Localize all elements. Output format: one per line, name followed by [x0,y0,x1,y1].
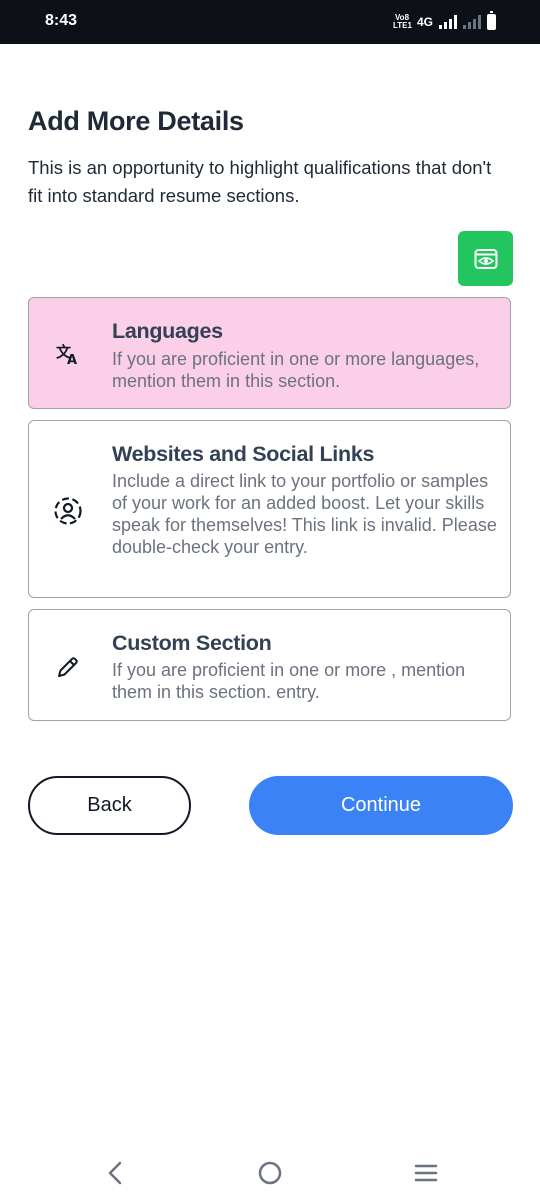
section-description: If you are proficient in one or more , m… [112,660,466,702]
recents-icon[interactable] [411,1160,441,1186]
status-icons: Vo8 LTE1 4G [393,11,496,33]
section-card-custom[interactable]: Custom Section If you are proficient in … [28,609,511,721]
volte-indicator: Vo8 LTE1 [392,13,412,30]
section-card-websites[interactable]: Websites and Social Links Include a dire… [28,420,511,598]
system-nav-bar [0,1140,540,1202]
section-description: Include a direct link to your portfolio … [112,471,497,557]
section-title: Custom Section [112,631,272,655]
status-bar: 8:43 Vo8 LTE1 4G [0,0,540,44]
section-title: Websites and Social Links [112,442,375,466]
section-description: If you are proficient in one or more lan… [112,349,480,391]
battery-icon [487,11,496,30]
preview-button[interactable] [458,231,513,286]
section-title: Languages [112,319,223,343]
eye-icon [474,248,497,269]
back-button[interactable]: Back [28,776,191,835]
pencil-icon [58,657,78,677]
user-scan-icon [54,497,82,525]
section-card-languages[interactable]: 文 A Languages If you are proficient in o… [28,297,511,409]
continue-button[interactable]: Continue [249,776,513,835]
signal-2-icon [463,15,481,29]
svg-text:A: A [67,353,77,367]
translate-icon: 文 A [56,343,77,367]
home-icon[interactable] [255,1160,285,1186]
back-icon[interactable] [100,1160,130,1186]
network-type: 4G [416,15,433,29]
status-time: 8:43 [45,12,78,29]
page-title: Add More Details [28,106,244,136]
signal-icon [439,15,457,29]
page-description: This is an opportunity to highlight qual… [28,157,492,206]
